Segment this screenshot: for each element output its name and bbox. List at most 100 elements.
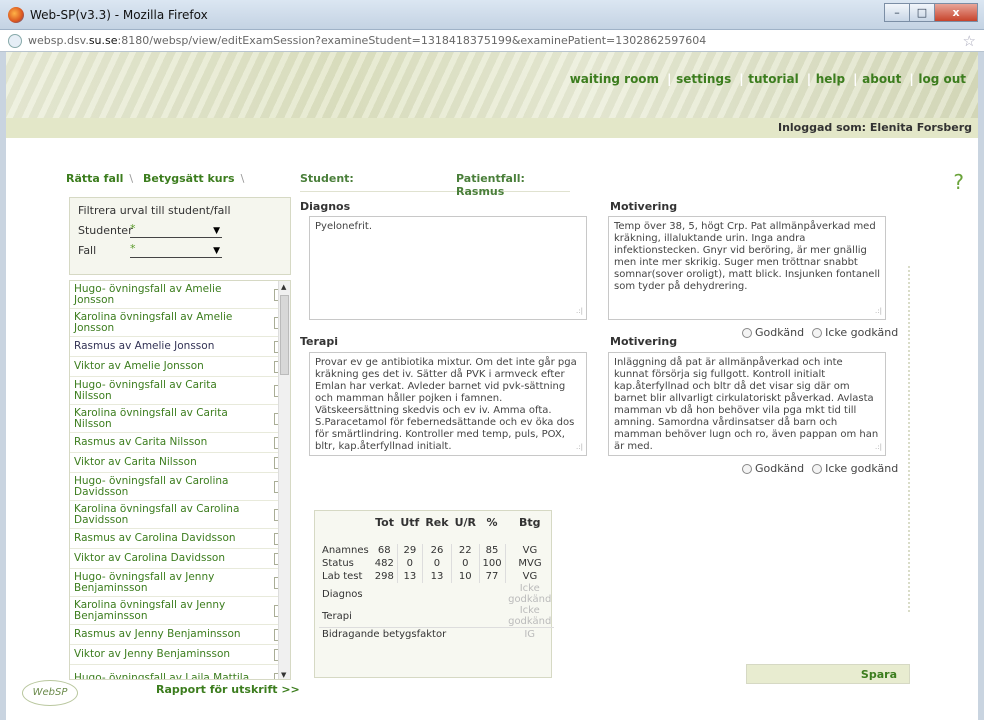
close-button[interactable]: x — [934, 3, 978, 22]
case-label: Hugo- övningsfall av Laila Mattila — [74, 672, 250, 680]
studenter-select[interactable]: * ▼ — [130, 222, 222, 238]
minimize-button[interactable]: – — [884, 3, 910, 22]
diagnos-field[interactable]: Pyelonefrit. .:| — [309, 216, 587, 320]
vertical-divider — [908, 266, 910, 612]
help-question-icon[interactable]: ? — [953, 170, 964, 194]
list-item[interactable]: Karolina övningsfall av Carolina Davidss… — [70, 501, 290, 529]
scroll-down-icon[interactable]: ▼ — [281, 671, 286, 679]
list-item[interactable]: Rasmus av Amelie Jonsson — [70, 337, 290, 357]
diagnos-text: Pyelonefrit. — [315, 221, 372, 232]
nav-help[interactable]: help — [808, 72, 853, 86]
icke-godkand-radio-2[interactable]: Icke godkänd — [812, 462, 898, 475]
score-btg: VG — [522, 545, 538, 556]
save-bar: Spara — [746, 664, 910, 684]
nav-settings[interactable]: settings — [668, 72, 739, 86]
score-name: Lab test — [322, 571, 363, 582]
list-item[interactable]: Viktor av Carita Nilsson — [70, 453, 290, 473]
case-label: Hugo- övningsfall av Carita Nilsson — [74, 378, 217, 402]
list-item[interactable]: Hugo- övningsfall av Carolina Davidsson — [70, 473, 290, 501]
icke-godkand-radio-1[interactable]: Icke godkänd — [812, 326, 898, 339]
table-row: Status 482 0 0 0 100 MVG — [319, 557, 554, 570]
case-label: Hugo- övningsfall av Amelie Jonsson — [74, 282, 222, 306]
score-btg: Icke godkänd — [508, 583, 552, 605]
fall-select[interactable]: * ▼ — [130, 242, 222, 258]
godkand-radio-1[interactable]: Godkänd — [742, 326, 804, 339]
case-label: Viktor av Amelie Jonsson — [74, 360, 204, 372]
score-pct: 85 — [479, 544, 506, 557]
score-name: Status — [322, 558, 354, 569]
report-print-link[interactable]: Rapport för utskrift >> — [156, 683, 300, 696]
score-tot: 482 — [371, 557, 398, 570]
score-panel: Tot Utf Rek U/R % Btg Anamnes 68 29 26 22 85 V… — [314, 510, 555, 678]
list-item[interactable]: Rasmus av Carolina Davidsson — [70, 529, 290, 549]
list-item[interactable]: Hugo- övningsfall av Laila Mattila — [70, 665, 290, 680]
maximize-button[interactable]: □ — [909, 3, 935, 22]
motivering-field-2[interactable]: Inläggning då pat är allmänpåverkad och … — [608, 352, 886, 456]
score-header-blank — [319, 515, 372, 530]
url-text[interactable]: websp.dsv.su.se:8180/websp/view/editExam… — [28, 34, 706, 47]
score-pct: 77 — [479, 570, 506, 583]
list-item[interactable]: Viktor av Jenny Benjaminsson — [70, 645, 290, 665]
case-list-scrollbar[interactable]: ▲ ▼ — [278, 281, 290, 679]
studenter-label: Studenter — [78, 223, 133, 237]
resize-grip-icon[interactable]: .:| — [576, 305, 583, 317]
list-item[interactable]: Hugo- övningsfall av Carita Nilsson — [70, 377, 290, 405]
godkand-radio-2[interactable]: Godkänd — [742, 462, 804, 475]
case-label: Rasmus av Jenny Benjaminsson — [74, 628, 241, 640]
case-label: Rasmus av Carita Nilsson — [74, 436, 208, 448]
list-item[interactable]: Karolina övningsfall av Amelie Jonsson — [70, 309, 290, 337]
score-btg: MVG — [518, 558, 542, 569]
list-item[interactable]: Hugo- övningsfall av Jenny Benjaminsson — [70, 569, 290, 597]
score-utf: 0 — [397, 557, 423, 570]
score-name: Bidragande betygsfaktor — [319, 627, 506, 641]
address-bar[interactable]: websp.dsv.su.se:8180/websp/view/editExam… — [0, 30, 984, 52]
nav-log-out[interactable]: log out — [910, 72, 974, 86]
motivering-field-1[interactable]: Temp över 38, 5, högt Crp. Pat allmänpåv… — [608, 216, 886, 320]
score-btg: Icke godkänd — [508, 605, 552, 627]
bookmark-star-icon[interactable]: ☆ — [963, 32, 976, 50]
window-controls: – □ x — [884, 3, 978, 23]
motivering-text-1: Temp över 38, 5, högt Crp. Pat allmänpåv… — [614, 221, 881, 292]
tab-ratta-fall[interactable]: Rätta fall — [66, 172, 123, 185]
motivering-text-2: Inläggning då pat är allmänpåverkad och … — [614, 357, 879, 452]
nav-waiting-room[interactable]: waiting room — [562, 72, 667, 86]
table-row: Anamnes 68 29 26 22 85 VG — [319, 544, 554, 557]
save-button[interactable]: Spara — [861, 668, 897, 681]
tab-betygsatt-kurs[interactable]: Betygsätt kurs — [143, 172, 235, 185]
score-name: Terapi — [322, 610, 352, 622]
list-item[interactable]: Rasmus av Carita Nilsson — [70, 433, 290, 453]
resize-grip-icon[interactable]: .:| — [576, 441, 583, 453]
radio-dot-icon — [742, 463, 752, 474]
radio-dot-icon — [812, 327, 823, 338]
radio-label: Godkänd — [755, 326, 805, 339]
terapi-field[interactable]: Provar ev ge antibiotika mixtur. Om det … — [309, 352, 587, 456]
case-label: Karolina övningsfall av Amelie Jonsson — [74, 310, 233, 334]
score-header-rek: Rek — [425, 516, 449, 529]
nav-tutorial[interactable]: tutorial — [740, 72, 807, 86]
list-item[interactable]: Viktor av Carolina Davidsson — [70, 549, 290, 569]
scroll-thumb[interactable] — [280, 295, 289, 375]
firefox-icon — [8, 7, 24, 23]
resize-grip-icon[interactable]: .:| — [875, 305, 882, 317]
nav-about[interactable]: about — [854, 72, 909, 86]
list-item[interactable]: Karolina övningsfall av Carita Nilsson — [70, 405, 290, 433]
case-list[interactable]: Hugo- övningsfall av Amelie Jonsson Karol… — [69, 280, 291, 680]
page: waiting room | settings | tutorial | hel… — [6, 52, 978, 720]
score-name: Anamnes — [322, 545, 369, 556]
list-item[interactable]: Rasmus av Jenny Benjaminsson — [70, 625, 290, 645]
score-header-ur: U/R — [454, 516, 476, 529]
list-item[interactable]: Hugo- övningsfall av Amelie Jonsson — [70, 281, 290, 309]
scroll-up-icon[interactable]: ▲ — [281, 283, 286, 291]
tab-divider: \ — [129, 172, 134, 185]
top-navigation: waiting room | settings | tutorial | hel… — [562, 72, 974, 86]
case-label: Viktor av Carolina Davidsson — [74, 552, 226, 564]
resize-grip-icon[interactable]: .:| — [875, 441, 882, 453]
list-item[interactable]: Viktor av Amelie Jonsson — [70, 357, 290, 377]
score-rek: 26 — [422, 544, 453, 557]
list-item[interactable]: Karolina övningsfall av Jenny Benjaminss… — [70, 597, 290, 625]
window-title: Web-SP(v3.3) - Mozilla Firefox — [30, 8, 208, 22]
score-btg: IG — [505, 627, 555, 641]
case-label: Karolina övningsfall av Jenny Benjaminss… — [74, 598, 226, 622]
patient-case-label: Patientfall: Rasmus — [456, 172, 525, 198]
case-label: Karolina övningsfall av Carolina Davidss… — [74, 502, 240, 526]
